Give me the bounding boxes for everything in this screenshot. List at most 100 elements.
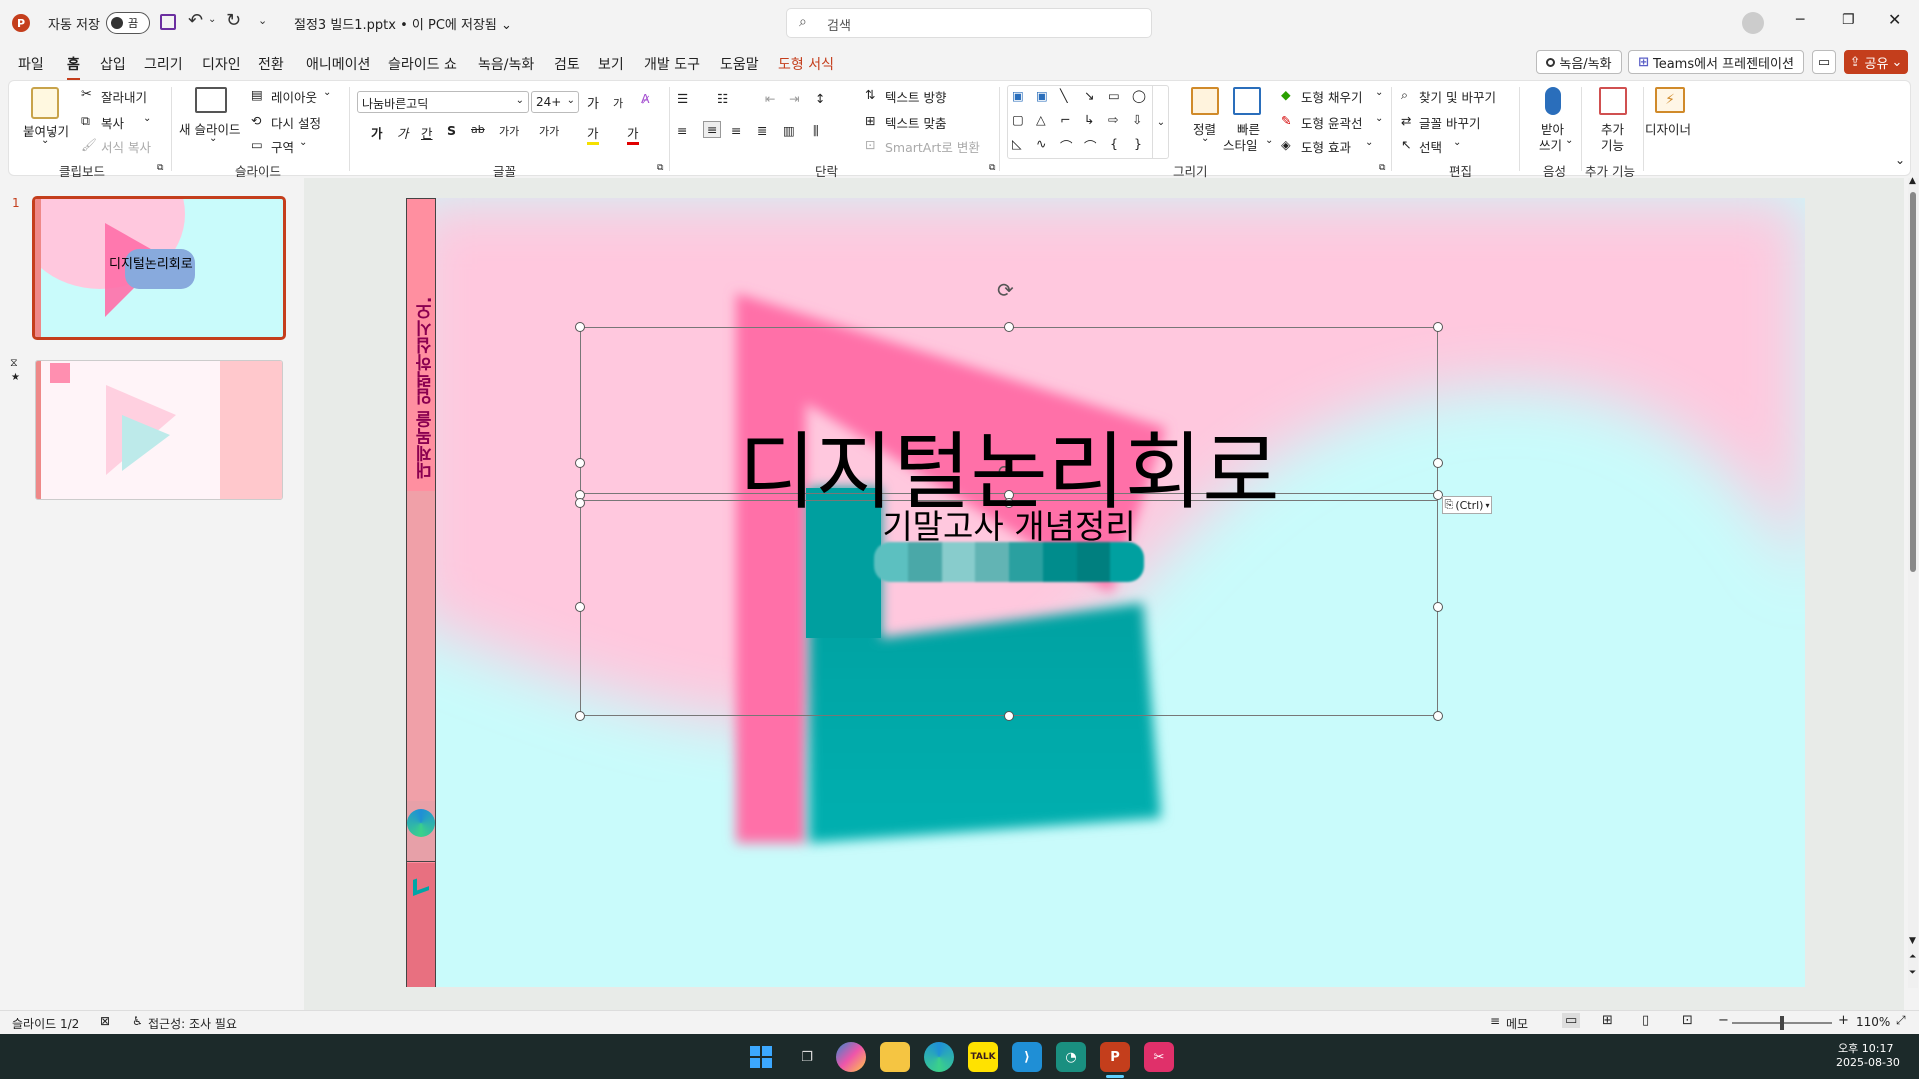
right-arrow-shape-icon[interactable]: ⇨ [1108, 112, 1118, 127]
smartart-button[interactable]: SmartArt로 변환 [885, 137, 980, 156]
arc-shape-icon[interactable]: ⌒ [1084, 136, 1097, 155]
tab-view[interactable]: 보기 [598, 54, 624, 74]
shape-effects-button[interactable]: 도형 효과 [1301, 137, 1351, 156]
arrange-icon[interactable] [1191, 87, 1219, 115]
new-slide-dropdown-icon[interactable]: ⌄ [209, 133, 217, 144]
designer-icon[interactable]: ⚡ [1655, 87, 1685, 113]
select-dropdown-icon[interactable]: ⌄ [1453, 137, 1461, 148]
resize-handle[interactable] [575, 322, 585, 332]
align-text-button[interactable]: 텍스트 맞춤 [885, 113, 946, 132]
elbow-connector-shape-icon[interactable]: ⌐ [1060, 112, 1070, 127]
normal-view-icon[interactable]: ▭ [1562, 1013, 1581, 1028]
vscode-icon[interactable]: ⟩ [1012, 1042, 1042, 1072]
minimize-icon[interactable]: ─ [1796, 12, 1804, 28]
slide-subtitle[interactable]: 기말고사 개념정리 [580, 500, 1438, 548]
kakaotalk-icon[interactable]: TALK [968, 1042, 998, 1072]
previous-slide-icon[interactable]: ⏶ [1909, 952, 1916, 962]
thumbnail-slide-2[interactable] [35, 360, 283, 500]
tab-record[interactable]: 녹음/녹화 [478, 54, 534, 74]
clear-format-icon[interactable]: A̷ [641, 91, 650, 106]
down-arrow-shape-icon[interactable]: ⇩ [1132, 112, 1142, 127]
thumbnail-slide-1[interactable]: 디지털논리회로 [32, 196, 286, 340]
quick-styles-dropdown-icon[interactable]: ⌄ [1265, 135, 1273, 146]
rotate-handle-icon[interactable]: ⟳ [997, 278, 1014, 302]
shrink-font-button[interactable]: 가 [613, 95, 623, 111]
italic-button[interactable]: 가 [397, 123, 409, 142]
tab-insert[interactable]: 삽입 [100, 54, 126, 74]
save-icon[interactable] [160, 14, 176, 30]
paste-icon[interactable] [31, 87, 59, 119]
tab-animations[interactable]: 애니메이션 [306, 54, 370, 74]
shape-fill-dropdown-icon[interactable]: ⌄ [1375, 87, 1383, 98]
cut-button[interactable]: 잘라내기 [101, 87, 147, 106]
quick-styles-line2[interactable]: 스타일 [1223, 135, 1258, 154]
font-family-select[interactable]: 나눔바른고딕 ⌄ [357, 91, 529, 113]
align-center-icon[interactable]: ≡ [703, 121, 722, 138]
addins-icon[interactable] [1599, 87, 1627, 115]
undo-icon[interactable]: ↶ [188, 10, 203, 31]
fit-to-window-icon[interactable]: ⤢ [1896, 1013, 1906, 1028]
reset-button[interactable]: 다시 설정 [271, 113, 321, 132]
clock-date[interactable]: 2025-08-30 [1836, 1056, 1900, 1069]
left-brace-shape-icon[interactable]: { [1110, 136, 1118, 151]
zoom-slider[interactable] [1732, 1016, 1832, 1030]
next-slide-icon[interactable]: ⏷ [1909, 968, 1916, 978]
slideshow-icon[interactable]: ⊡ [1682, 1013, 1693, 1028]
scroll-up-icon[interactable]: ▲ [1909, 176, 1916, 186]
section-button[interactable]: 구역 [271, 137, 294, 156]
scrollbar-thumb[interactable] [1910, 192, 1916, 572]
resize-handle[interactable] [1433, 602, 1443, 612]
shadow-button[interactable]: S [447, 123, 456, 138]
autosave-toggle[interactable]: 끔 [106, 12, 150, 34]
snipping-tool-icon[interactable]: ✂ [1144, 1042, 1174, 1072]
bold-button[interactable]: 가 [371, 123, 383, 142]
select-button[interactable]: 선택 [1419, 137, 1442, 156]
undo-dropdown-icon[interactable]: ⌄ [208, 14, 216, 25]
layout-button[interactable]: 레이아웃 [271, 87, 317, 106]
resize-handle[interactable] [1433, 711, 1443, 721]
clipboard-launcher-icon[interactable]: ⧉ [157, 163, 163, 173]
tab-developer[interactable]: 개발 도구 [644, 54, 700, 74]
triangle-shape-icon[interactable]: △ [1036, 112, 1046, 127]
tab-draw[interactable]: 그리기 [144, 54, 183, 74]
slide-canvas[interactable]: 대제목을 입력하십시오. ⟳ ⟳ 디지털논리회로 기말고사 개념정리 ⎘ (Ct… [406, 198, 1805, 987]
task-view-icon[interactable]: ❐ [792, 1042, 822, 1072]
designer-button[interactable]: 디자이너 [1645, 119, 1691, 138]
zoom-in-icon[interactable]: + [1838, 1013, 1849, 1028]
underline-button[interactable]: 간 [421, 123, 433, 142]
customize-qat-icon[interactable]: ⌄ [258, 14, 267, 27]
tab-help[interactable]: 도움말 [720, 54, 759, 74]
section-dropdown-icon[interactable]: ⌄ [299, 137, 307, 148]
paste-dropdown-icon[interactable]: ⌄ [41, 135, 49, 146]
paste-options-button[interactable]: ⎘ (Ctrl) ▾ [1442, 496, 1492, 514]
scribble-shape-icon[interactable]: ∿ [1036, 136, 1046, 151]
text-box-shape-icon[interactable]: ▣ [1012, 88, 1024, 103]
layout-dropdown-icon[interactable]: ⌄ [323, 87, 331, 98]
pycharm-icon[interactable]: ◔ [1056, 1042, 1086, 1072]
account-avatar[interactable] [1742, 12, 1764, 34]
file-title[interactable]: 절정3 빌드1.pptx • 이 PC에 저장됨 ⌄ [294, 14, 512, 33]
font-launcher-icon[interactable]: ⧉ [657, 163, 663, 173]
resize-handle[interactable] [1433, 322, 1443, 332]
vertical-scrollbar[interactable]: ▲ ▼ ⏶ ⏷ [1908, 176, 1918, 988]
char-spacing-button[interactable]: 가가 [499, 123, 519, 139]
slide-sorter-icon[interactable]: ⊞ [1602, 1013, 1613, 1028]
share-button[interactable]: ⇪ 공유 ⌄ [1844, 50, 1908, 74]
shape-outline-button[interactable]: 도형 윤곽선 [1301, 113, 1362, 132]
rounded-rect-shape-icon[interactable]: ▢ [1012, 112, 1024, 127]
change-case-button[interactable]: 가가 [539, 123, 559, 139]
increase-indent-icon[interactable]: ⇥ [789, 91, 799, 106]
replace-fonts-button[interactable]: 글꼴 바꾸기 [1419, 113, 1480, 132]
zoom-slider-thumb[interactable] [1780, 1016, 1784, 1030]
font-color-button[interactable]: 가 [627, 123, 639, 145]
microphone-icon[interactable] [1545, 87, 1561, 115]
notes-button[interactable]: 메모 [1506, 1015, 1528, 1032]
columns-icon[interactable]: ▥ [783, 123, 795, 138]
align-right-icon[interactable]: ≡ [731, 123, 741, 138]
paragraph-launcher-icon[interactable]: ⧉ [989, 163, 995, 173]
numbering-icon[interactable]: ☷ [717, 91, 728, 106]
gallery-more-button[interactable]: ⌄ [1152, 86, 1169, 158]
tab-home[interactable]: 홈 [67, 54, 80, 81]
copy-dropdown-icon[interactable]: ⌄ [143, 113, 151, 124]
collapse-ribbon-icon[interactable]: ⌄ [1895, 153, 1905, 167]
